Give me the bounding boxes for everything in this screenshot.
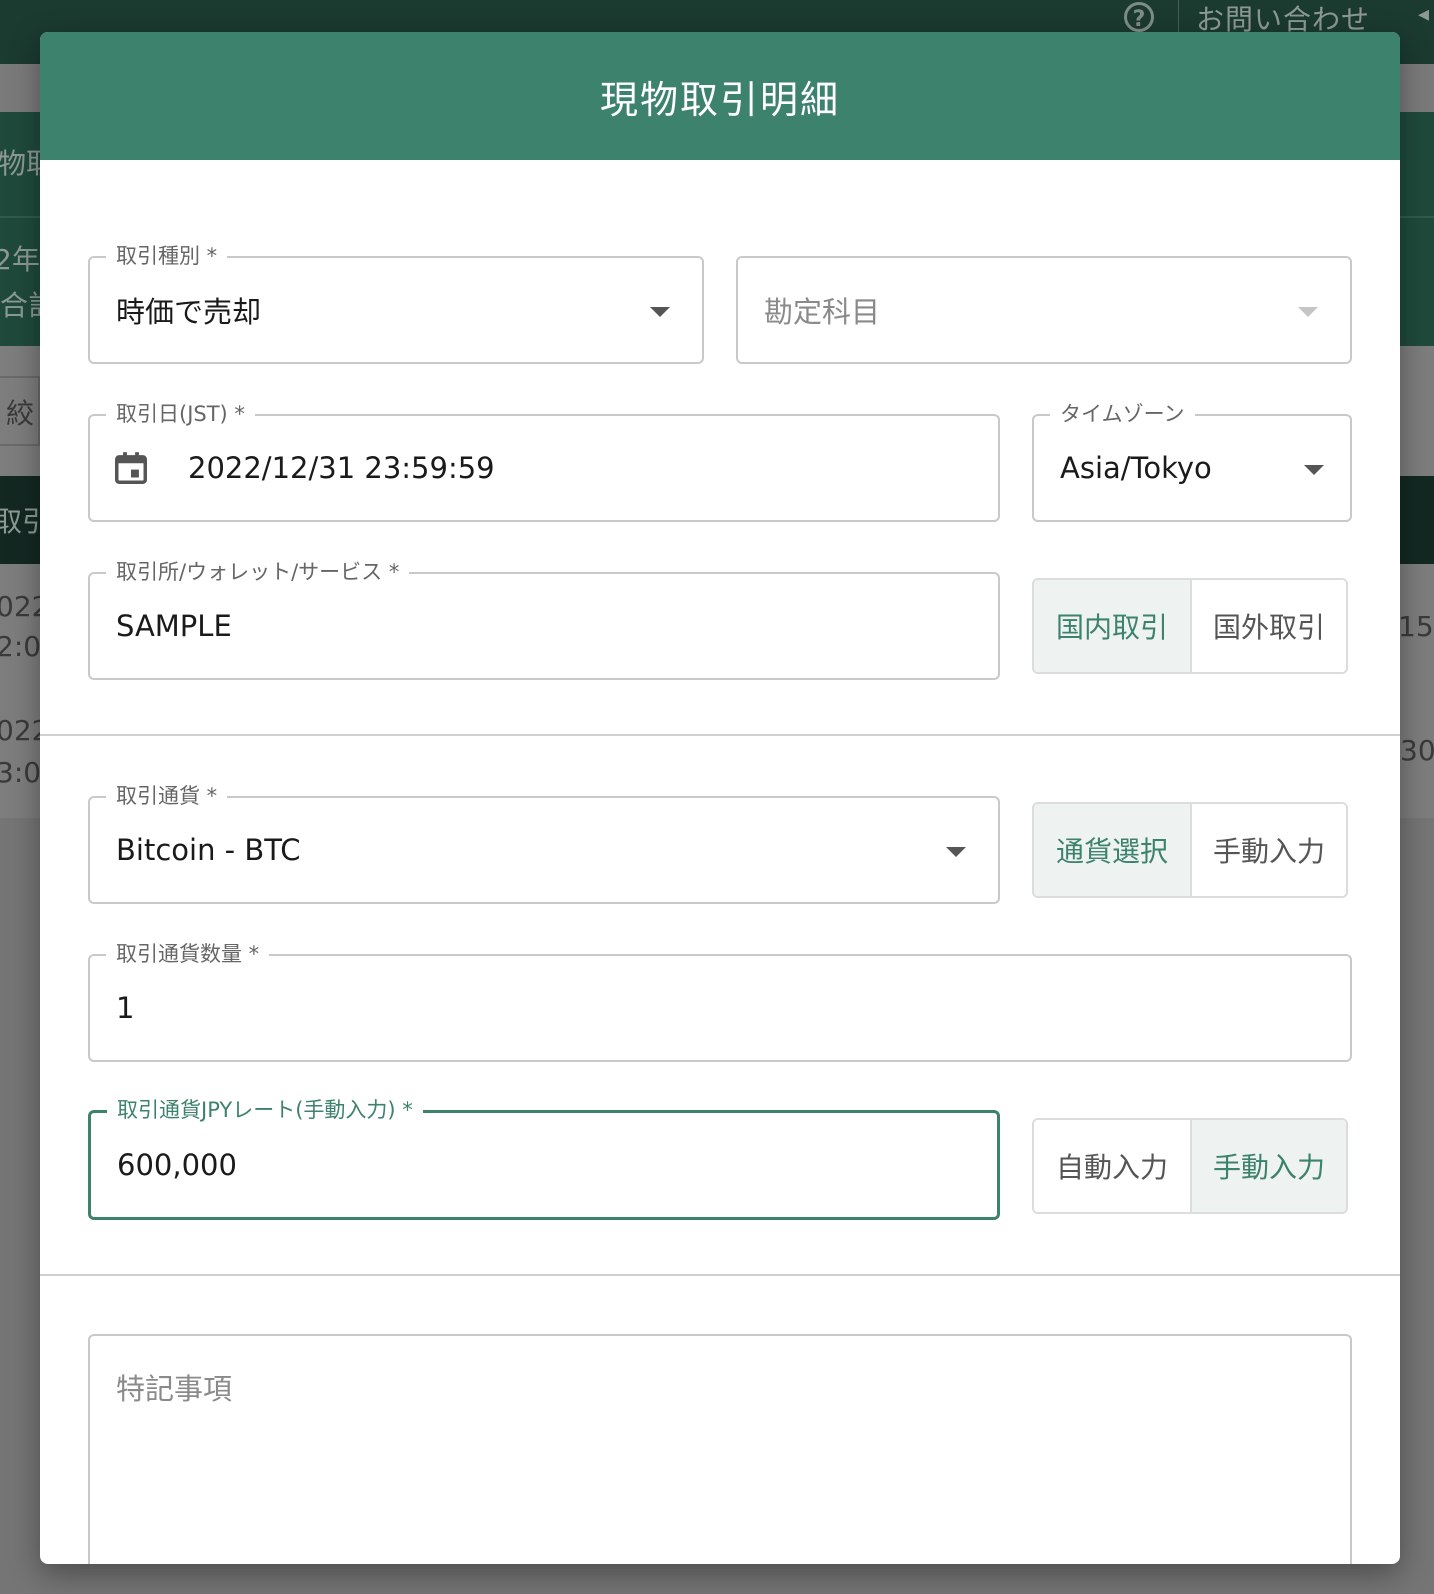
exchange-region-toggle: 国内取引 国外取引 <box>1032 578 1348 674</box>
jpy-rate-value: 600,000 <box>117 1148 237 1182</box>
rate-input-toggle: 自動入力 手動入力 <box>1032 1118 1348 1214</box>
dialog-header: 現物取引明細 <box>40 32 1400 160</box>
exchange-value: SAMPLE <box>116 609 232 643</box>
notes-placeholder: 特記事項 <box>116 1372 233 1406</box>
notes-textarea[interactable]: 特記事項 <box>88 1334 1352 1564</box>
account-item-placeholder: 勘定科目 <box>764 295 881 329</box>
quantity-value: 1 <box>116 991 135 1025</box>
exchange-field[interactable]: 取引所/ウォレット/サービス * SAMPLE <box>88 558 1000 680</box>
trade-date-value: 2022/12/31 23:59:59 <box>188 451 495 485</box>
jpy-rate-field[interactable]: 取引通貨JPYレート(手動入力) * 600,000 <box>88 1096 1000 1220</box>
trade-date-field[interactable]: 取引日(JST) * 2022/12/31 23:59:59 <box>88 400 1000 522</box>
bg-fragment: 3:0 <box>0 756 42 789</box>
section-divider <box>40 1274 1400 1276</box>
bg-fragment: 絞 <box>6 397 35 430</box>
timezone-value: Asia/Tokyo <box>1060 451 1212 485</box>
bg-fragment: 15 <box>1398 610 1434 643</box>
caret-down-icon <box>650 307 670 317</box>
dialog-title: 現物取引明細 <box>599 77 840 122</box>
bg-fragment: 2:0 <box>0 630 42 663</box>
caret-down-icon <box>1298 307 1318 317</box>
transaction-type-select[interactable]: 取引種別 * 時価で売却 <box>88 242 704 364</box>
currency-value: Bitcoin - BTC <box>116 833 301 867</box>
currency-select[interactable]: 取引通貨 * Bitcoin - BTC <box>88 782 1000 904</box>
collapse-arrow-icon[interactable]: ◂ <box>1418 2 1429 27</box>
help-icon[interactable]: ? <box>1124 2 1154 32</box>
toggle-overseas[interactable]: 国外取引 <box>1190 580 1346 672</box>
toggle-rate-manual[interactable]: 手動入力 <box>1190 1120 1346 1212</box>
bg-fragment: 2年 <box>0 243 40 276</box>
toggle-domestic[interactable]: 国内取引 <box>1034 580 1190 672</box>
transaction-type-value: 時価で売却 <box>116 295 262 329</box>
quantity-field[interactable]: 取引通貨数量 * 1 <box>88 940 1352 1062</box>
toggle-currency-select[interactable]: 通貨選択 <box>1034 804 1190 896</box>
caret-down-icon <box>1304 465 1324 475</box>
toggle-currency-manual[interactable]: 手動入力 <box>1190 804 1346 896</box>
spot-trade-detail-dialog: 現物取引明細 取引種別 * 時価で売却 勘定科目 取引日(JST) * 2022… <box>40 32 1400 1564</box>
bg-fragment: 30 <box>1400 734 1434 767</box>
toggle-rate-auto[interactable]: 自動入力 <box>1034 1120 1190 1212</box>
currency-input-toggle: 通貨選択 手動入力 <box>1032 802 1348 898</box>
section-divider <box>40 734 1400 736</box>
timezone-select[interactable]: タイムゾーン Asia/Tokyo <box>1032 400 1352 522</box>
topbar-separator <box>1178 0 1179 34</box>
calendar-icon[interactable] <box>112 448 150 488</box>
caret-down-icon <box>946 847 966 857</box>
account-item-select[interactable]: 勘定科目 <box>736 256 1352 364</box>
